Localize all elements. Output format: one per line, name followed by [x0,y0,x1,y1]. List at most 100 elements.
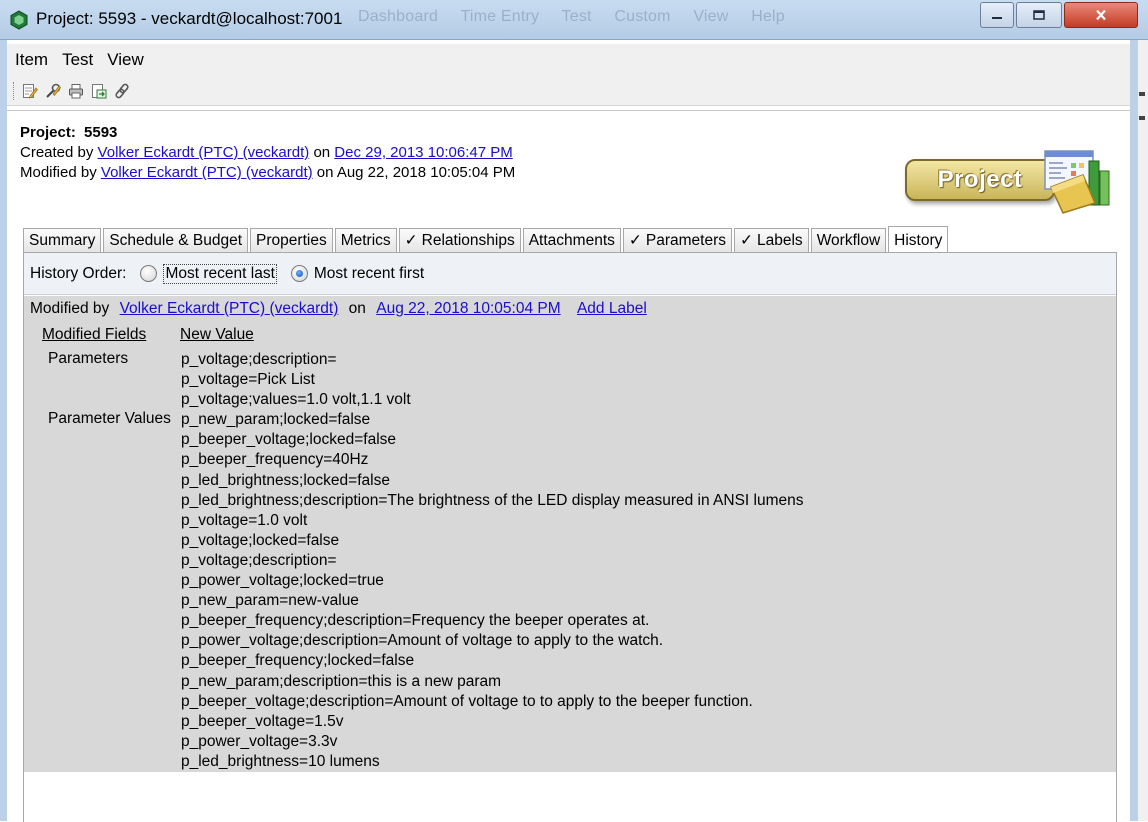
menu-item-test[interactable]: Test [62,50,93,70]
background-window-menu: Dashboard Time Entry Test Custom View He… [358,8,803,26]
add-label-link[interactable]: Add Label [577,300,647,317]
tab-label: Metrics [340,232,391,249]
ghost-menu-item: Time Entry [460,8,540,25]
new-value-line: p_new_param;description=this is a new pa… [181,672,502,690]
project-chart-icon [1044,150,1110,214]
print-button[interactable] [66,81,86,101]
tab-label: Workflow [816,232,881,249]
item-details-panel: Project: 5593 Created by Volker Eckardt … [7,110,1130,822]
history-date-link[interactable]: Aug 22, 2018 10:05:04 PM [376,300,560,317]
radio-most-recent-last[interactable]: Most recent last [140,263,277,284]
toolbar [7,76,1130,106]
history-rows: Parameters p_voltage;description= p_voltag… [48,350,804,772]
window-frame-left [0,40,7,821]
tab-metrics[interactable]: Metrics [334,228,397,253]
history-entry: Modified by Volker Eckardt (PTC) (veckar… [24,296,1116,772]
link-icon [115,83,129,98]
minimize-button[interactable] [980,2,1014,28]
new-value-line: p_voltage;description= [181,351,337,368]
tab-summary[interactable]: Summary [23,228,102,253]
created-line: Created by Volker Eckardt (PTC) (veckard… [20,143,515,163]
modified-by-link[interactable]: Volker Eckardt (PTC) (veckardt) [101,164,313,181]
new-value-line: p_led_brightness=10 lumens [181,752,380,770]
tab-label: Labels [757,232,803,249]
tab-label: Summary [29,232,96,249]
app-icon [10,10,28,30]
new-value-line: p_new_param=new-value [181,592,359,610]
radio-most-recent-first[interactable]: Most recent first [290,265,424,283]
edge-mark [1139,116,1145,120]
edit-properties-button[interactable] [43,81,63,101]
menu-bar: Item Test View [7,44,1130,76]
history-order-label: History Order: [30,264,127,282]
tab-attachments[interactable]: Attachments [522,228,621,253]
ghost-menu-item: Custom [614,8,671,25]
project-badge-plate: Project [905,159,1055,201]
minimize-icon [992,17,1002,19]
modified-date: Aug 22, 2018 10:05:04 PM [336,164,516,181]
tab-label: History [894,232,943,249]
col-modified-fields: Modified Fields [42,326,147,343]
ghost-menu-item: Test [561,8,592,25]
tab-properties[interactable]: Properties [250,228,333,253]
history-field-group: Parameters p_voltage;description= p_voltag… [48,350,804,410]
check-icon: ✓ [404,232,418,249]
tab-parameters[interactable]: ✓ Parameters [622,228,732,253]
window-title-bar[interactable]: Project: 5593 - veckardt@localhost:7001 … [0,0,1148,40]
item-id: 5593 [84,124,118,141]
maximize-button[interactable] [1016,2,1062,28]
modified-prefix: Modified by [20,164,97,181]
tab-labels[interactable]: ✓ Labels [734,228,809,253]
tab-history[interactable]: History [888,226,949,254]
new-value-line: p_beeper_frequency;description=Frequency… [181,612,650,630]
new-value-line: p_beeper_voltage;locked=false [181,431,397,449]
new-value-line: p_power_voltage=3.3v [181,732,338,750]
window-title: Project: 5593 - veckardt@localhost:7001 [36,9,343,28]
toolbar-grip[interactable] [13,81,16,100]
new-value-line: p_voltage=Pick List [181,371,315,389]
ghost-menu-item: View [693,8,729,25]
radio-label: Most recent last [163,263,277,284]
ghost-menu-item: Help [751,8,785,25]
item-header: Project: 5593 Created by Volker Eckardt … [20,123,515,183]
radio-button-icon [140,265,158,282]
history-order-row: History Order: Most recent last Most rec… [24,253,1116,295]
new-value-line: p_power_voltage;description=Amount of vo… [181,632,664,650]
history-user-link[interactable]: Volker Eckardt (PTC) (veckardt) [120,300,339,317]
new-value-line: p_beeper_frequency=40Hz [181,451,369,469]
history-on-text: on [348,300,366,317]
maximize-icon [1033,10,1045,20]
history-empty-area [24,772,1116,822]
history-field-group: Parameter Values p_new_param;locked=false… [48,410,804,772]
check-icon: ✓ [628,232,642,249]
item-title: Project: 5593 [20,123,515,143]
check-icon: ✓ [740,232,753,249]
export-button[interactable] [89,81,109,101]
edit-item-button[interactable] [20,81,40,101]
new-value-line: p_voltage;locked=false [181,531,340,549]
tab-relationships[interactable]: ✓ Relationships [398,228,521,253]
project-type-badge: Project [905,147,1115,217]
menu-item-view[interactable]: View [107,50,144,70]
new-value-line: p_voltage;description= [181,551,337,569]
tab-schedule-budget[interactable]: Schedule & Budget [103,228,249,253]
new-value-line: p_led_brightness;locked=false [181,471,390,489]
modified-on-text: on [316,164,334,181]
created-by-link[interactable]: Volker Eckardt (PTC) (veckardt) [98,144,310,161]
close-button[interactable] [1064,2,1138,28]
menu-item-item[interactable]: Item [15,50,48,70]
modified-field-name: Parameter Values [48,410,171,428]
link-button[interactable] [112,81,132,101]
created-date-link[interactable]: Dec 29, 2013 10:06:47 PM [334,144,512,161]
history-entry-header: Modified by Volker Eckardt (PTC) (veckar… [30,300,653,318]
tab-workflow[interactable]: Workflow [810,228,887,253]
created-prefix: Created by [20,144,94,161]
background-window-edge [1138,40,1148,821]
modified-by-label: Modified by [30,300,110,317]
print-icon [69,83,83,98]
new-value-line: p_voltage=1.0 volt [181,511,308,529]
new-value-line: p_beeper_voltage=1.5v [181,712,344,730]
tab-label: Attachments [528,232,615,249]
col-new-value: New Value [180,326,254,343]
project-badge-label: Project [937,166,1023,193]
